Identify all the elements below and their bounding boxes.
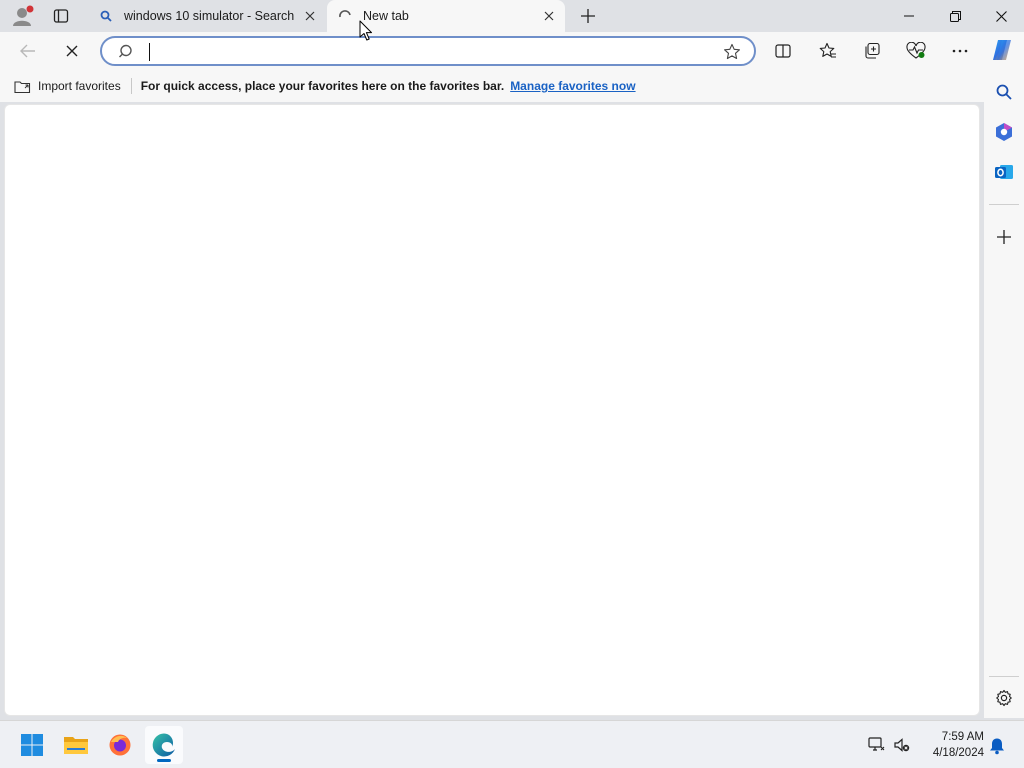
settings-icon <box>996 689 1012 707</box>
profile-button[interactable] <box>8 4 36 28</box>
loading-spinner-icon <box>337 8 353 24</box>
stop-icon <box>66 45 78 57</box>
search-icon <box>996 84 1012 100</box>
sidebar-outlook-button[interactable] <box>990 158 1018 186</box>
split-screen-icon <box>775 44 791 58</box>
close-tab-button[interactable] <box>300 6 320 26</box>
restore-icon <box>949 10 961 22</box>
favorites-button[interactable] <box>813 36 843 66</box>
title-bar: windows 10 simulator - Search New tab <box>0 0 1024 32</box>
copilot-icon <box>993 40 1011 60</box>
import-favorites-icon <box>14 80 31 93</box>
mouse-cursor-icon <box>359 20 372 41</box>
clock-date: 4/18/2024 <box>932 747 984 759</box>
sidebar-divider <box>989 204 1019 205</box>
browser-essentials-button[interactable] <box>901 36 931 66</box>
split-screen-button[interactable] <box>768 36 798 66</box>
search-icon <box>98 8 114 24</box>
address-input[interactable] <box>148 42 708 62</box>
favorites-icon <box>819 42 836 58</box>
more-button[interactable] <box>945 36 975 66</box>
edge-icon <box>152 733 175 757</box>
divider <box>130 78 132 94</box>
favorites-bar: Import favorites For quick access, place… <box>0 70 984 102</box>
close-icon <box>544 11 554 21</box>
search-icon <box>119 44 132 58</box>
copilot-button[interactable] <box>988 36 1016 64</box>
favorites-bar-message: For quick access, place your favorites h… <box>140 79 505 93</box>
outlook-icon <box>995 165 1013 179</box>
taskbar: 7:59 AM 4/18/2024 <box>0 720 1024 768</box>
firefox-icon <box>109 734 131 756</box>
browser-essentials-icon <box>906 42 926 59</box>
active-app-indicator <box>157 759 171 762</box>
add-favorite-button[interactable] <box>722 42 742 62</box>
plus-icon <box>581 9 595 23</box>
firefox-button[interactable] <box>101 726 139 764</box>
volume-button[interactable] <box>892 735 912 755</box>
profile-icon <box>13 5 34 26</box>
import-favorites-button[interactable]: Import favorites <box>14 74 121 98</box>
sidebar-apps-button[interactable] <box>990 118 1018 146</box>
back-icon <box>20 44 35 58</box>
volume-muted-icon <box>894 738 910 752</box>
page-content <box>4 104 980 716</box>
tab-actions-button[interactable] <box>48 4 74 28</box>
sidebar-add-button[interactable] <box>990 223 1018 251</box>
minimize-button[interactable] <box>886 0 932 32</box>
restore-button[interactable] <box>932 0 978 32</box>
bell-icon <box>990 738 1004 755</box>
tab-search[interactable]: windows 10 simulator - Search <box>88 0 326 32</box>
new-tab-button[interactable] <box>577 5 599 27</box>
file-explorer-icon <box>64 737 88 754</box>
close-window-button[interactable] <box>978 0 1024 32</box>
close-tab-button[interactable] <box>539 6 559 26</box>
more-icon <box>952 49 968 53</box>
sidebar <box>984 70 1024 718</box>
add-icon <box>997 230 1011 244</box>
close-icon <box>995 10 1007 22</box>
collections-button[interactable] <box>857 36 887 66</box>
text-caret <box>149 43 150 61</box>
network-button[interactable] <box>866 735 886 755</box>
collections-icon <box>865 42 880 59</box>
tab-actions-icon <box>53 9 69 23</box>
manage-favorites-link[interactable]: Manage favorites now <box>510 79 635 93</box>
tab-title: windows 10 simulator - Search <box>124 9 295 23</box>
clock[interactable]: 7:59 AM 4/18/2024 <box>918 729 984 761</box>
minimize-icon <box>904 15 914 17</box>
sidebar-divider <box>989 676 1019 677</box>
start-button[interactable] <box>13 726 51 764</box>
notifications-button[interactable] <box>986 735 1008 757</box>
import-favorites-label: Import favorites <box>38 79 121 93</box>
close-icon <box>305 11 315 21</box>
stop-button[interactable] <box>57 36 87 66</box>
file-explorer-button[interactable] <box>57 726 95 764</box>
clock-time: 7:59 AM <box>941 731 984 743</box>
sidebar-settings-button[interactable] <box>990 684 1018 712</box>
toolbar <box>0 32 1024 70</box>
sidebar-search-button[interactable] <box>990 78 1018 106</box>
star-icon <box>724 43 740 60</box>
copilot-apps-icon <box>996 123 1012 141</box>
tab-title: New tab <box>363 9 409 23</box>
back-button[interactable] <box>13 36 43 66</box>
address-bar[interactable] <box>100 36 756 66</box>
edge-button[interactable] <box>145 726 183 764</box>
network-icon <box>868 737 885 751</box>
start-icon <box>21 734 43 756</box>
